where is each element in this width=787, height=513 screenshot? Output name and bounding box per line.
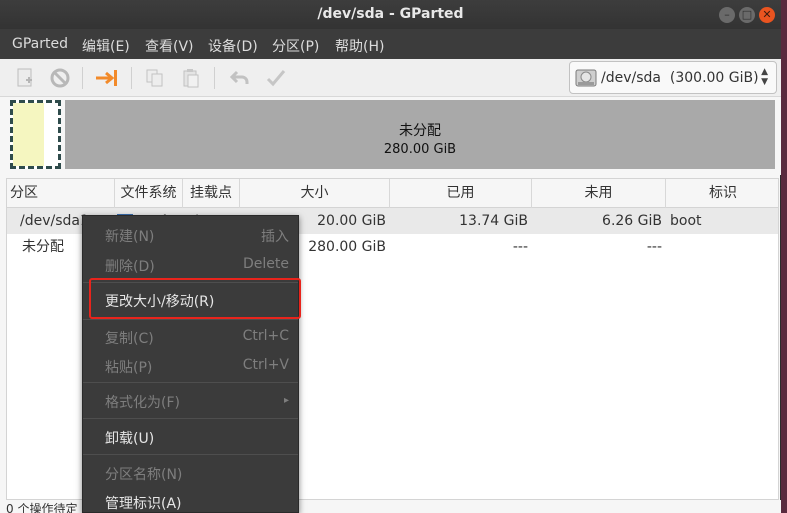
window-title: /dev/sda - GParted [317,6,464,22]
partition-block-sda1[interactable] [10,100,61,169]
copy-icon[interactable] [142,65,168,91]
menu-separator [83,382,298,383]
col-flags[interactable]: 标识 [666,179,780,208]
unallocated-block[interactable]: 未分配 280.00 GiB [65,100,775,169]
highlight-box [89,278,301,319]
status-text: 0 个操作待定 [6,502,78,513]
col-filesystem[interactable]: 文件系统 [115,179,183,208]
resize-move-icon[interactable] [94,65,120,91]
unallocated-size: 280.00 GiB [383,142,457,157]
apply-icon[interactable] [263,65,289,91]
menu-item-partition-name[interactable]: 分区名称(N) [83,459,298,487]
menu-item-manage-flags[interactable]: 管理标识(A) [83,488,298,513]
menu-partition[interactable]: 分区(P) [272,36,319,56]
col-partition[interactable]: 分区 [7,179,115,208]
submenu-arrow-icon: ▸ [283,395,289,406]
col-size[interactable]: 大小 [240,179,390,208]
col-mountpoint[interactable]: 挂载点 [183,179,240,208]
context-menu: 新建(N) 插入 删除(D) Delete 更改大小/移动(R) 复制(C) Ctrl… [82,215,299,513]
cell-used: 13.74 GiB [459,213,528,229]
close-button[interactable]: ✕ [759,7,775,23]
cell-unused: 6.26 GiB [602,213,662,229]
menu-item-delete[interactable]: 删除(D) Delete [83,251,298,279]
cell-used: --- [512,239,528,255]
menu-device[interactable]: 设备(D) [208,36,258,56]
spin-arrows-icon: ▲ ▼ [761,67,768,87]
minimize-button[interactable]: – [719,7,735,23]
maximize-button[interactable]: □ [739,7,755,23]
table-header: 分区 文件系统 挂载点 大小 已用 未用 标识 [7,179,778,208]
device-selector[interactable]: /dev/sda (300.00 GiB) ▲ ▼ [569,61,777,94]
title-bar: /dev/sda - GParted – □ ✕ [0,0,781,29]
cell-unused: --- [646,239,662,255]
new-partition-icon[interactable] [12,65,38,91]
menu-edit[interactable]: 编辑(E) [82,36,130,56]
menu-item-unmount[interactable]: 卸载(U) [83,423,298,451]
device-label: /dev/sda (300.00 GiB) [601,70,759,86]
toolbar: /dev/sda (300.00 GiB) ▲ ▼ [0,59,781,97]
menu-gparted[interactable]: GParted [12,36,68,52]
col-unused[interactable]: 未用 [532,179,666,208]
delete-icon[interactable] [47,65,73,91]
menu-item-paste[interactable]: 粘贴(P) Ctrl+V [83,352,298,380]
menu-bar: GParted 编辑(E) 查看(V) 设备(D) 分区(P) 帮助(H) [0,29,781,59]
cell-flags: boot [670,213,702,229]
menu-item-format-as[interactable]: 格式化为(F) ▸ [83,387,298,415]
menu-separator [83,454,298,455]
menu-item-new[interactable]: 新建(N) 插入 [83,221,298,249]
col-used[interactable]: 已用 [390,179,532,208]
undo-icon[interactable] [227,65,253,91]
toolbar-separator [131,67,132,89]
menu-view[interactable]: 查看(V) [145,36,194,56]
unallocated-label: 未分配 [399,123,441,139]
paste-icon[interactable] [178,65,204,91]
toolbar-separator [214,67,215,89]
menu-separator [83,418,298,419]
disk-map: 未分配 280.00 GiB [0,97,781,175]
menu-item-copy[interactable]: 复制(C) Ctrl+C [83,323,298,351]
harddisk-icon [575,69,597,87]
toolbar-separator [82,67,83,89]
menu-separator [83,319,298,320]
used-space-fill [13,103,44,166]
menu-help[interactable]: 帮助(H) [335,36,384,56]
